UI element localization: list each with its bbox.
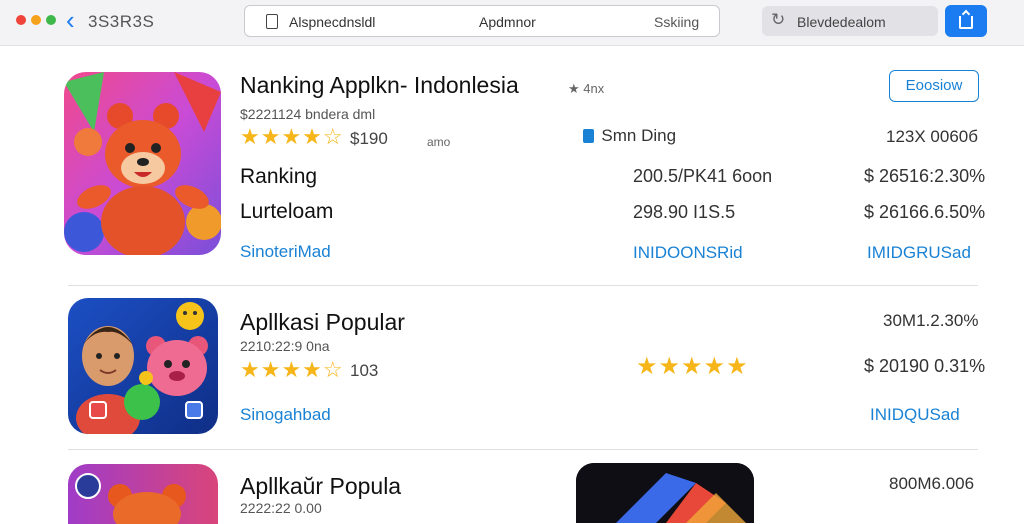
label-ranking: Ranking (240, 165, 318, 188)
share-button[interactable] (945, 5, 987, 37)
address-right-text: Sskiing (654, 14, 700, 30)
rating-count: 103 (350, 361, 379, 380)
price-1: $ 26516:2.30% (864, 166, 986, 186)
app-subtitle: 2210:22:9 0na (240, 338, 330, 354)
row-divider (68, 449, 978, 450)
app-icon-bear[interactable] (64, 72, 221, 255)
link-left[interactable]: SinoteriMad (240, 242, 331, 262)
row-divider (68, 285, 978, 286)
app-title[interactable]: Apllkaŭr Popula (240, 473, 401, 500)
rating-count: $190 (350, 129, 388, 149)
extra-label: amo (427, 135, 451, 149)
pin-icon: ★ (568, 81, 584, 96)
back-chevron-icon[interactable]: ‹ (66, 6, 75, 34)
link-right[interactable]: INIDQUSad (870, 405, 960, 425)
link-right[interactable]: IMIDGRUSad (867, 243, 971, 263)
address-center-text: Apdmnor (479, 14, 536, 30)
address-left-text: Alspnecdnsldl (289, 14, 376, 30)
minimize-window-dot[interactable] (31, 15, 41, 25)
price-2: $ 26166.6.50% (864, 202, 986, 222)
value-1: 200.5/PK41 6oon (633, 166, 773, 186)
refresh-icon[interactable]: ↻ (771, 10, 785, 30)
close-window-dot[interactable] (16, 15, 26, 25)
app-subtitle: 2222:22 0.00 (240, 500, 322, 516)
mid-label: Smn Ding (583, 126, 676, 146)
browser-toolbar: ‹ 3S3R3S Alspnecdnsldl Apdmnor Sskiing ↻… (0, 0, 1024, 46)
rating-stars: ★★★★☆ (240, 357, 344, 382)
mid-rating-stars: ★★★★★ (636, 353, 749, 380)
document-icon (266, 14, 278, 29)
value-2: 298.90 I1S.5 (633, 202, 736, 222)
app-icon-bear-small[interactable] (68, 464, 218, 524)
rating-stars: ★★★★☆ (240, 124, 344, 149)
rating-value: 190 (359, 129, 388, 148)
phone-icon (583, 129, 594, 143)
address-bar[interactable]: Alspnecdnsldl Apdmnor Sskiing (244, 5, 720, 37)
link-left[interactable]: Sinogahbad (240, 405, 331, 425)
title-tag-text: 4nx (583, 81, 605, 96)
link-mid[interactable]: INIDOONSRid (633, 243, 743, 263)
open-button[interactable]: Eoosiow (889, 70, 979, 102)
right-top-value: 800M6.006 (889, 474, 975, 493)
app-icon-characters[interactable] (68, 298, 218, 434)
app-title[interactable]: Nanking Applkn- Indonlesia (240, 72, 519, 99)
app-title[interactable]: Apllkasi Popular (240, 309, 405, 336)
right-top-value: 123X 0060б (886, 127, 978, 146)
zoom-window-dot[interactable] (46, 15, 56, 25)
app-title-tag: ★ 4nx (568, 81, 604, 97)
search-field[interactable]: ↻ Blevdedealom (762, 6, 938, 36)
search-placeholder: Blevdedealom (797, 14, 886, 30)
app-subtitle: $2221124 bndera dml (240, 106, 376, 122)
mid-label-text: Smn Ding (598, 126, 677, 145)
nav-title: 3S3R3S (88, 12, 155, 31)
label-2: Lurteloam (240, 200, 334, 223)
screenshot-preview[interactable] (576, 463, 754, 523)
price-1: $ 20190 0.31% (864, 356, 986, 376)
right-top-value: 30M1.2.30% (883, 311, 979, 330)
